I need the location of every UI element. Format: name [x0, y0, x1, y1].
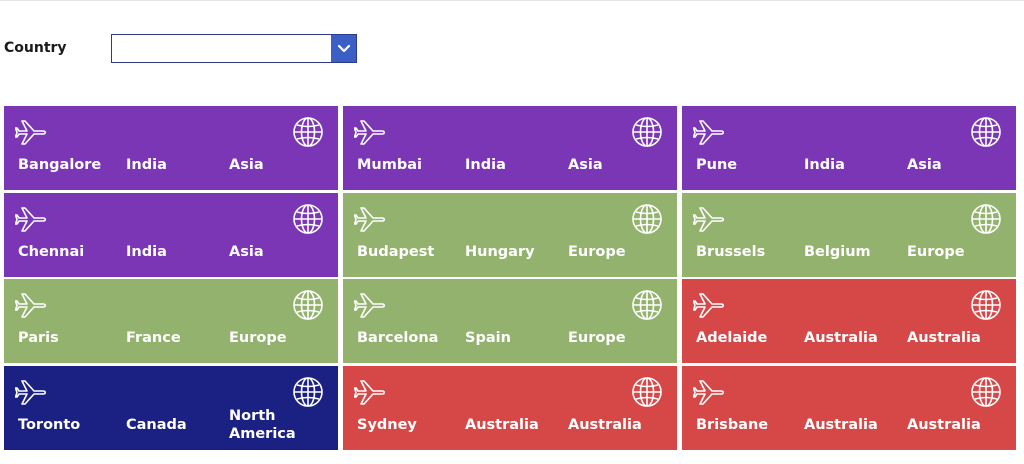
card-country: France — [126, 330, 181, 346]
globe-icon — [970, 116, 1002, 148]
card-city: Budapest — [357, 243, 435, 260]
card-continent: Australia — [907, 330, 981, 346]
card-country: India — [126, 243, 167, 260]
card-city: Toronto — [18, 416, 81, 433]
destination-card[interactable]: Pune India Asia — [682, 106, 1016, 190]
card-continent: Europe — [568, 243, 626, 260]
card-country: India — [465, 157, 506, 173]
card-country: Australia — [804, 416, 878, 433]
card-city: Barcelona — [357, 330, 439, 346]
card-city: Brussels — [696, 243, 766, 260]
card-continent: Asia — [568, 157, 603, 173]
airplane-icon — [692, 290, 727, 320]
destination-card[interactable]: Budapest Hungary Europe — [343, 192, 677, 277]
destination-card[interactable]: Brisbane Australia Australia — [682, 365, 1016, 450]
card-city: Chennai — [18, 243, 85, 260]
airplane-icon — [353, 377, 388, 407]
airplane-icon — [692, 204, 727, 234]
globe-icon — [292, 289, 324, 321]
card-country: India — [126, 157, 167, 173]
card-city: Adelaide — [696, 330, 768, 346]
country-dropdown[interactable] — [111, 34, 357, 63]
card-country: Spain — [465, 330, 511, 346]
card-continent: Europe — [229, 330, 287, 346]
globe-icon — [631, 376, 663, 408]
destination-card[interactable]: Mumbai India Asia — [343, 106, 677, 190]
globe-icon — [631, 116, 663, 148]
card-continent: Asia — [907, 157, 942, 173]
card-country: Belgium — [804, 243, 871, 260]
card-city: Bangalore — [18, 157, 102, 173]
destination-card[interactable]: Sydney Australia Australia — [343, 365, 677, 450]
globe-icon — [292, 203, 324, 235]
destination-card[interactable]: Paris France Europe — [4, 279, 338, 363]
airplane-icon — [353, 117, 388, 147]
card-city: Paris — [18, 330, 59, 346]
country-filter: Country — [4, 34, 364, 66]
globe-icon — [970, 289, 1002, 321]
card-continent: Australia — [568, 416, 642, 433]
airplane-icon — [14, 377, 49, 407]
card-city: Mumbai — [357, 157, 422, 173]
globe-icon — [970, 203, 1002, 235]
card-city: Pune — [696, 157, 738, 173]
globe-icon — [970, 376, 1002, 408]
card-continent: Asia — [229, 157, 264, 173]
globe-icon — [292, 376, 324, 408]
destination-card[interactable]: Bangalore India Asia — [4, 106, 338, 190]
card-continent: Asia — [229, 243, 264, 260]
card-continent: Europe — [907, 243, 965, 260]
top-divider — [0, 0, 1024, 1]
globe-icon — [631, 289, 663, 321]
destination-card[interactable]: Barcelona Spain Europe — [343, 279, 677, 363]
chevron-down-icon — [337, 44, 350, 52]
airplane-icon — [692, 117, 727, 147]
airplane-icon — [14, 290, 49, 320]
card-continent: Australia — [907, 416, 981, 433]
airplane-icon — [14, 204, 49, 234]
dropdown-toggle-button[interactable] — [331, 35, 356, 62]
card-country: Canada — [126, 416, 187, 433]
airplane-icon — [692, 377, 727, 407]
airplane-icon — [353, 290, 388, 320]
destination-card[interactable]: Chennai India Asia — [4, 192, 338, 277]
card-country: Australia — [465, 416, 539, 433]
airplane-icon — [14, 117, 49, 147]
airplane-icon — [353, 204, 388, 234]
card-continent: Europe — [568, 330, 626, 346]
card-city: Brisbane — [696, 416, 769, 433]
card-country: India — [804, 157, 845, 173]
destination-card[interactable]: Brussels Belgium Europe — [682, 192, 1016, 277]
destination-card[interactable]: Adelaide Australia Australia — [682, 279, 1016, 363]
globe-icon — [631, 203, 663, 235]
globe-icon — [292, 116, 324, 148]
card-city: Sydney — [357, 416, 417, 433]
card-continent: North America — [229, 407, 296, 442]
card-country: Australia — [804, 330, 878, 346]
destination-gallery: Bangalore India Asia Mumbai India Asia Pune Ind… — [4, 106, 1020, 450]
country-label: Country — [4, 40, 67, 56]
destination-card[interactable]: Toronto Canada North America — [4, 365, 338, 450]
card-country: Hungary — [465, 243, 535, 260]
